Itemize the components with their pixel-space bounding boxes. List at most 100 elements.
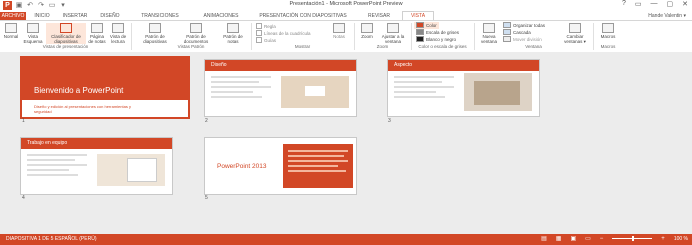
outline-view-button[interactable]: Vista Esquema [22,23,44,44]
tab-transiciones[interactable]: TRANSICIONES [134,12,186,20]
slide-subtitle: Diseño y edición al presentaciones con h… [34,104,131,114]
maximize-icon[interactable]: ▢ [667,0,674,8]
color-swatch [416,22,424,28]
new-window-icon [483,23,495,33]
zoom-thumb[interactable] [632,236,635,241]
cascade-button[interactable]: Cascada [503,29,531,36]
slide-text-lines [211,76,271,106]
button-label: Página de notas [88,34,106,44]
zoom-in-icon[interactable]: + [661,236,665,242]
zoom-level[interactable]: 100 % [674,236,688,242]
user-account[interactable]: Hande Valentin ▾ [648,12,686,20]
handout-master-button[interactable]: Patrón de documentos [176,23,216,44]
grayscale-option[interactable]: Escala de grises [416,29,459,36]
button-label: Mover división [513,37,542,42]
handout-master-icon [190,23,202,33]
button-label: Notas [333,34,345,39]
slide-thumbnail-5[interactable]: PowerPoint 2013 [204,137,357,195]
switch-windows-button[interactable]: Cambiar ventanas ▾ [560,23,590,44]
slide-thumbnail-3[interactable]: Aspecto [387,59,540,117]
slide-sorter-button[interactable]: Clasificador de diapositivas [46,23,86,44]
arrange-all-button[interactable]: Organizar todas [503,22,545,29]
text-line [288,150,348,152]
grayscale-swatch [416,29,424,35]
slide-thumbnail-2[interactable]: Diseño [204,59,357,117]
zoom-slider[interactable] [612,236,653,241]
reading-view-button[interactable]: Vista de lectura [108,23,128,44]
checkbox-label: Regla [264,24,276,29]
slide-title: Aspecto [394,62,413,68]
color-option[interactable]: Color [414,22,439,29]
black-white-option[interactable]: Blanco y negro [416,36,456,43]
text-line [288,165,338,167]
gridlines-checkbox[interactable]: Líneas de la cuadrícula [256,30,311,37]
zoom-icon [361,23,373,33]
slide-sorter-icon[interactable]: ▦ [556,235,562,242]
minimize-icon[interactable]: — [651,0,658,8]
slide-sorter-icon [60,23,72,33]
button-label: Patrón de documentos [183,34,209,44]
move-split-button[interactable]: Mover división [503,36,542,43]
close-icon[interactable]: ✕ [682,0,688,8]
fit-to-window-button[interactable]: Ajustar a la ventana [378,23,408,44]
ribbon-display-icon[interactable]: ▭ [635,0,642,8]
option-label: Color [426,23,437,28]
slide-text-lines [27,154,87,184]
cascade-icon [503,29,511,35]
image-object [305,86,325,96]
slide-thumbnail-1[interactable]: Bienvenido a PowerPoint Diseño y edición… [20,56,190,119]
checkbox-label: Guías [264,38,277,43]
guides-checkbox[interactable]: Guías [256,37,276,44]
notes-page-button[interactable]: Página de notas [88,23,106,44]
zoom-out-icon[interactable]: − [600,236,604,242]
checkbox-label: Líneas de la cuadrícula [264,31,311,36]
window-title: Presentación1 - Microsoft PowerPoint Pre… [289,1,403,7]
tab-diseno[interactable]: DISEÑO [96,12,124,20]
macros-button[interactable]: Macros [597,23,619,39]
title-bar: P ▣ ↶ ↷ ▭ ▾ Presentación1 - Microsoft Po… [0,0,692,12]
text-line [27,159,75,161]
text-line [27,174,78,176]
notes-page-icon [91,23,103,33]
slide-number: 4 [22,195,25,201]
slide-image [464,73,532,111]
new-window-button[interactable]: Nueva ventana [478,23,500,44]
normal-view-button[interactable]: Normal [3,23,19,39]
outline-view-icon [27,23,39,33]
notes-master-button[interactable]: Patrón de notas [218,23,248,44]
button-label: Vista de lectura [109,34,127,44]
normal-view-icon[interactable]: ▤ [541,235,547,242]
text-line [211,81,259,83]
notes-button[interactable]: Notas [328,23,350,39]
reading-view-icon[interactable]: ▣ [570,235,576,242]
tab-insertar[interactable]: INSERTAR [58,12,92,20]
tab-animaciones[interactable]: ANIMACIONES [194,12,248,20]
text-line [394,81,442,83]
button-label: Cascada [513,30,531,35]
notes-master-icon [227,23,239,33]
tab-inicio[interactable]: INICIO [30,12,54,20]
slideshow-icon[interactable]: ▭ [585,235,591,242]
group-label: Color o escala de grises [418,44,467,49]
tab-vista[interactable]: VISTA [402,11,434,20]
button-label: Macros [600,34,616,39]
zoom-button[interactable]: Zoom [358,23,376,39]
text-line [211,96,262,98]
tab-revisar[interactable]: REVISAR [360,12,398,20]
reading-view-icon [112,23,124,33]
tab-archivo[interactable]: ARCHIVO [0,12,26,20]
button-label: Clasificador de diapositivas [51,34,81,44]
help-icon[interactable]: ? [622,0,626,8]
text-line [288,160,348,162]
slide-thumbnail-4[interactable]: Trabajo en equipo [20,137,173,195]
slide-number: 5 [205,195,208,201]
tab-presentacion[interactable]: PRESENTACIÓN CON DIAPOSITIVAS [250,12,356,20]
slide-master-button[interactable]: Patrón de diapositivas [136,23,174,44]
button-label: Patrón de diapositivas [143,34,167,44]
group-label: Mostrar [294,44,311,49]
text-line [211,76,271,78]
button-label: Cambiar ventanas ▾ [564,34,586,44]
button-label: Nueva ventana [480,34,497,44]
switch-windows-icon [569,23,581,33]
ruler-checkbox[interactable]: Regla [256,23,276,30]
